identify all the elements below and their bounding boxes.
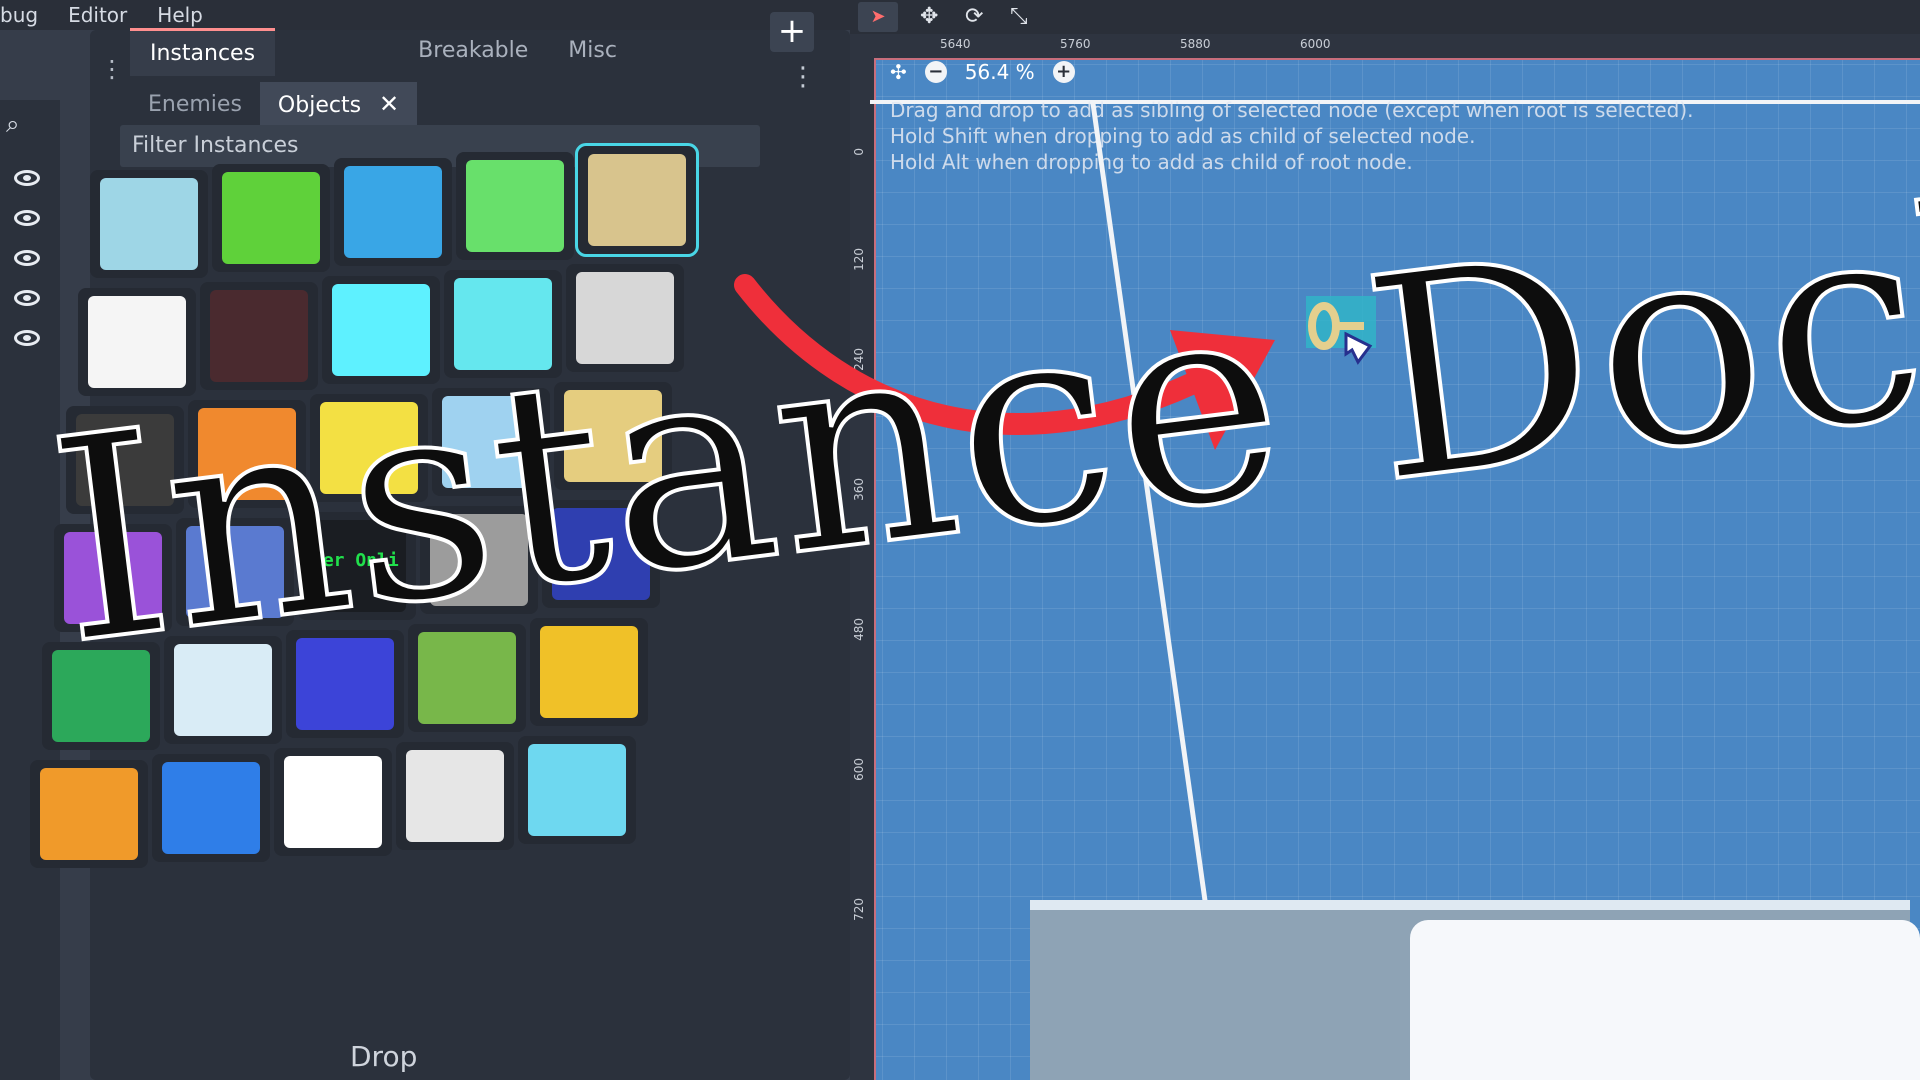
- tab-misc[interactable]: Misc: [548, 28, 637, 76]
- tab-objects-label: Objects: [277, 93, 362, 118]
- horizontal-ruler: 5640 5760 5880 6000: [850, 34, 1920, 60]
- dock-options-icon[interactable]: ⋮: [790, 62, 816, 92]
- green-heart-coin-icon: [222, 172, 320, 264]
- move-tool-icon[interactable]: ✥: [920, 4, 938, 29]
- search-icon[interactable]: ⌕: [6, 110, 19, 138]
- tab-instances[interactable]: Instances: [130, 28, 276, 76]
- crystal-block-icon: [100, 178, 198, 270]
- snow-platform: [1410, 920, 1920, 1080]
- green-gem-icon: [466, 160, 564, 252]
- zoom-out-button[interactable]: −: [924, 61, 947, 83]
- scale-tool-icon[interactable]: ⤡: [1010, 4, 1028, 29]
- tab-objects[interactable]: Objects ✕: [259, 82, 418, 126]
- instance-dock-sub-tabs: Enemies Objects ✕: [130, 82, 418, 126]
- gold-key-icon: [588, 154, 686, 246]
- ruler-tick: 720: [852, 898, 866, 921]
- instance-tile[interactable]: [456, 152, 574, 260]
- instance-tile[interactable]: [90, 170, 208, 278]
- instance-tile[interactable]: [334, 158, 452, 266]
- close-tab-icon[interactable]: ✕: [379, 90, 399, 118]
- ruler-tick: 5640: [940, 37, 971, 51]
- menu-debug[interactable]: bug: [0, 3, 38, 27]
- menu-editor[interactable]: Editor: [68, 3, 127, 27]
- center-view-icon[interactable]: ✣: [890, 60, 907, 84]
- add-tab-button[interactable]: +: [770, 12, 814, 52]
- rotate-tool-icon[interactable]: ⟳: [965, 4, 983, 29]
- tab-enemies[interactable]: Enemies: [130, 84, 260, 125]
- ruler-tick: 0: [852, 148, 866, 156]
- zoom-level-label[interactable]: 56.4 %: [965, 60, 1035, 84]
- zoom-controls: ✣ − 56.4 % +: [890, 60, 1075, 84]
- thumbnail-stage: bug Editor Help ⌕ ⋮ Instances Objects Br…: [0, 0, 1920, 1080]
- zoom-in-button[interactable]: +: [1052, 61, 1075, 83]
- drop-label: Drop: [350, 1040, 418, 1073]
- blue-platform-icon: [344, 166, 442, 258]
- drop-hint-sibling: Drag and drop to add as sibling of selec…: [890, 98, 1694, 122]
- menu-bar: bug Editor Help: [0, 0, 880, 30]
- select-tool-icon[interactable]: ➤: [858, 2, 898, 32]
- menu-help[interactable]: Help: [157, 3, 203, 27]
- drop-hint-alt: Hold Alt when dropping to add as child o…: [890, 150, 1413, 174]
- ruler-tick: 6000: [1300, 37, 1331, 51]
- viewport-toolbar: ➤ ✥ ⟳ ⤡: [850, 0, 1920, 34]
- tab-breakable[interactable]: Breakable: [398, 28, 548, 76]
- ruler-tick: 5880: [1180, 37, 1211, 51]
- ruler-tick: 5760: [1060, 37, 1091, 51]
- instance-dock-top-tabs: Instances Objects Breakable Misc: [130, 28, 637, 76]
- drop-hint-shift: Hold Shift when dropping to add as child…: [890, 124, 1476, 148]
- instance-tile[interactable]: [575, 143, 699, 257]
- dock-menu-icon[interactable]: ⋮: [100, 55, 124, 83]
- instance-tile[interactable]: [212, 164, 330, 272]
- ruler-tick: 120: [852, 248, 866, 271]
